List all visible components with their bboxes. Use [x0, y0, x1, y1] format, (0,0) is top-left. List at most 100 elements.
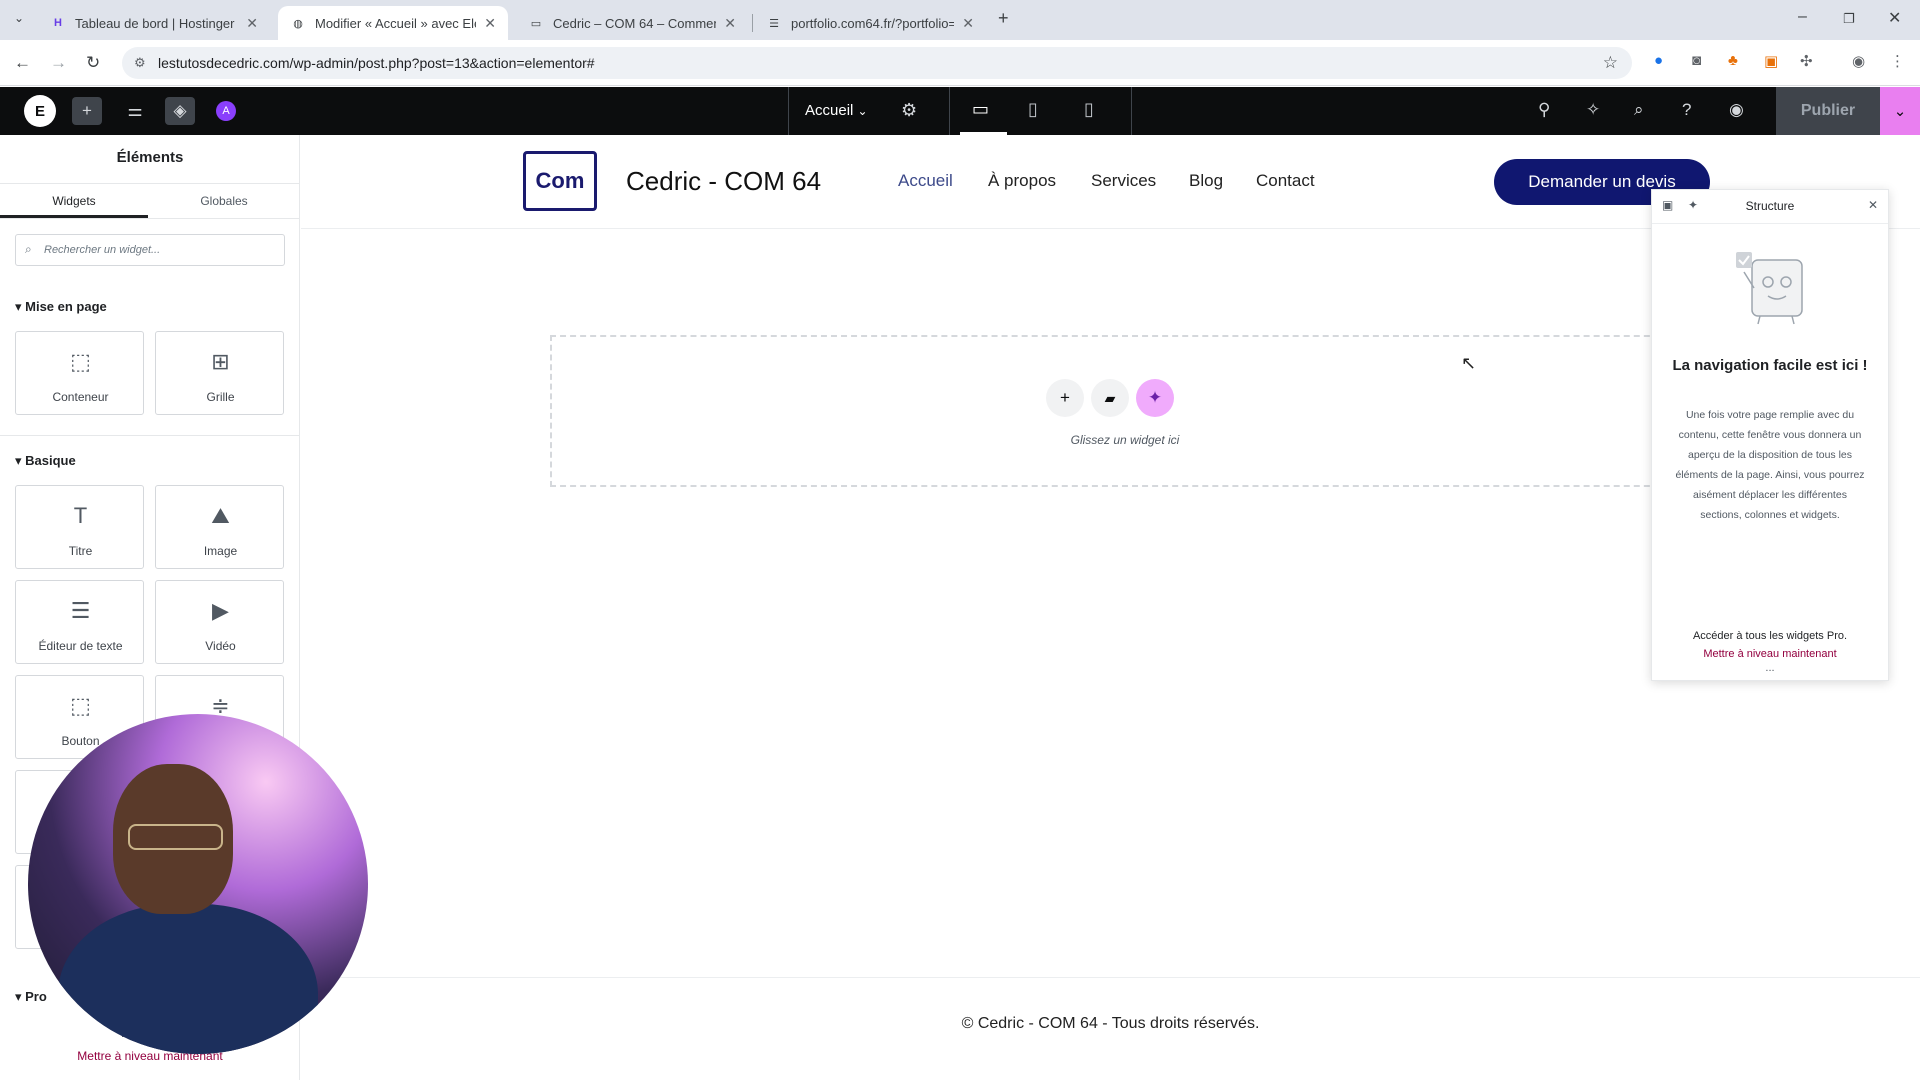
close-icon[interactable]: ✕ — [246, 15, 258, 32]
reload-icon[interactable]: ↻ — [86, 53, 100, 73]
empty-section-dropzone[interactable]: + ▰ ✦ Glissez un widget ici — [550, 335, 1700, 487]
template-library-folder-icon[interactable]: ▰ — [1091, 379, 1129, 417]
connect-link-icon[interactable]: ⚲ — [1538, 100, 1550, 120]
grid-icon: ⊞ — [211, 349, 230, 374]
container-icon: ⬚ — [70, 349, 91, 374]
profile-icon[interactable]: ◉ — [1852, 52, 1865, 70]
url-text: lestutosdecedric.com/wp-admin/post.php?p… — [158, 55, 595, 71]
page-selector[interactable]: Accueil ⌄ — [805, 102, 868, 119]
structure-title: Structure — [1745, 199, 1795, 213]
tab-divider — [752, 14, 753, 32]
mouse-cursor-icon: ↖ — [1461, 353, 1477, 373]
hostinger-icon: H — [54, 17, 62, 29]
text-editor-icon: ☰ — [70, 598, 91, 623]
tab-widgets[interactable]: Widgets — [0, 184, 148, 218]
browser-tab-strip: ⌄ H Tableau de bord | Hostinger ✕ ◍ Modi… — [0, 0, 1920, 40]
ai-sparkle-icon[interactable]: ✦ — [1136, 379, 1174, 417]
footer-divider — [301, 977, 1920, 978]
widget-image[interactable]: ⛰ Image — [155, 485, 284, 569]
nav-blog[interactable]: Blog — [1189, 171, 1223, 191]
tab-globals[interactable]: Globales — [150, 184, 298, 218]
elementor-top-bar: E + ⚌ ◈ A Accueil ⌄ ⚙ ▭ ▯ ▯ ⚲ ✧ ⌕ ? ◉ Pu… — [0, 87, 1920, 135]
nav-home[interactable]: Accueil — [898, 171, 953, 191]
category-basic[interactable]: ▾ Basique — [15, 453, 76, 469]
heading-t-icon: T — [73, 503, 88, 528]
widget-text-editor[interactable]: ☰ Éditeur de texte — [15, 580, 144, 664]
structure-layers-icon[interactable]: ◈ — [165, 97, 195, 125]
add-section-plus-icon[interactable]: + — [1046, 379, 1084, 417]
preview-eye-icon[interactable]: ◉ — [1729, 100, 1744, 120]
video-play-icon: ▶ — [212, 598, 229, 623]
close-window-icon[interactable]: ✕ — [1888, 8, 1901, 28]
nav-about[interactable]: À propos — [988, 171, 1056, 191]
search-icon: ⌕ — [25, 242, 32, 256]
close-icon[interactable]: ✕ — [724, 15, 736, 32]
search-icon[interactable]: ⌕ — [1634, 100, 1644, 120]
forward-icon[interactable]: → — [50, 53, 67, 73]
globe-icon: ◍ — [293, 17, 303, 30]
browser-tab-portfolio[interactable]: ☰ portfolio.com64.fr/?portfolio=n ✕ — [754, 6, 986, 40]
site-logo[interactable]: Com — [523, 151, 597, 211]
mobile-icon[interactable]: ▯ — [1084, 99, 1094, 120]
divider — [0, 435, 300, 436]
address-bar[interactable]: ⚙ lestutosdecedric.com/wp-admin/post.php… — [122, 47, 1632, 79]
tab-search-icon[interactable]: ⌄ — [14, 11, 24, 25]
back-icon[interactable]: ← — [14, 53, 31, 73]
help-icon[interactable]: ? — [1682, 100, 1691, 120]
desktop-icon[interactable]: ▭ — [972, 99, 989, 120]
site-info-icon[interactable]: ⚙ — [134, 55, 146, 71]
nav-contact[interactable]: Contact — [1256, 171, 1315, 191]
close-icon[interactable]: ✕ — [1868, 198, 1878, 212]
widget-grid[interactable]: ⊞ Grille — [155, 331, 284, 415]
browser-tab-elementor[interactable]: ◍ Modifier « Accueil » avec Eleme ✕ — [278, 6, 508, 40]
structure-upgrade-link[interactable]: Mettre à niveau maintenant — [1652, 648, 1888, 660]
page-icon: ☰ — [769, 17, 779, 30]
whats-new-icon[interactable]: ✧ — [1586, 100, 1600, 120]
presenter-body — [58, 904, 318, 1054]
publish-button[interactable]: Publier — [1776, 87, 1880, 135]
presenter-glasses — [128, 824, 223, 850]
category-pro[interactable]: ▾ Pro — [15, 989, 47, 1005]
close-icon[interactable]: ✕ — [962, 15, 974, 32]
dropzone-hint: Glissez un widget ici — [1070, 433, 1180, 447]
elementor-logo-icon[interactable]: E — [24, 95, 56, 127]
panel-title: Éléments — [116, 149, 184, 166]
chevron-down-icon: ⌄ — [857, 104, 868, 118]
browser-tab-cedric[interactable]: ▭ Cedric – COM 64 – Comment c ✕ — [516, 6, 748, 40]
widget-video[interactable]: ▶ Vidéo — [155, 580, 284, 664]
minimize-icon[interactable]: – — [1798, 8, 1807, 26]
add-element-button[interactable]: + — [72, 97, 102, 125]
page-and-device-controls: Accueil ⌄ ⚙ ▭ ▯ ▯ — [788, 87, 1132, 135]
device-switcher: ▭ ▯ ▯ — [949, 87, 1133, 135]
page-icon: ▭ — [530, 17, 542, 30]
nav-services[interactable]: Services — [1091, 171, 1156, 191]
structure-description: Une fois votre page remplie avec du cont… — [1675, 409, 1865, 521]
widget-search-input[interactable]: ⌕ Rechercher un widget... — [15, 234, 285, 266]
extension-icon[interactable]: ● — [1654, 52, 1663, 69]
navigator-illustration-icon — [1736, 252, 1803, 325]
image-icon: ⛰ — [211, 503, 230, 528]
resize-handle[interactable]: ... — [1652, 662, 1888, 674]
bookmark-star-icon[interactable]: ☆ — [1603, 53, 1618, 73]
site-settings-icon[interactable]: ⚌ — [120, 97, 150, 125]
category-layout[interactable]: ▾ Mise en page — [15, 299, 107, 315]
site-title: Cedric - COM 64 — [626, 166, 822, 196]
new-tab-icon[interactable]: + — [998, 8, 1009, 29]
publish-options-chevron-icon[interactable]: ⌄ — [1880, 87, 1920, 135]
extension-icon[interactable]: ▣ — [1764, 52, 1778, 70]
close-icon[interactable]: ✕ — [484, 15, 496, 32]
widget-container[interactable]: ⬚ Conteneur — [15, 331, 144, 415]
tablet-icon[interactable]: ▯ — [1028, 99, 1038, 120]
widget-heading[interactable]: T Titre — [15, 485, 144, 569]
panel-tabs: Widgets Globales — [0, 183, 300, 219]
site-footer-copyright: © Cedric - COM 64 - Tous droits réservés… — [961, 1015, 1260, 1032]
ai-assistant-icon[interactable]: A — [216, 101, 236, 121]
page-settings-gear-icon[interactable]: ⚙ — [901, 100, 917, 121]
camera-icon[interactable]: ◙ — [1692, 52, 1701, 69]
extension-icon[interactable]: ♣ — [1728, 52, 1738, 69]
kebab-menu-icon[interactable]: ⋮ — [1890, 52, 1905, 70]
restore-icon[interactable]: ❐ — [1843, 11, 1855, 27]
puzzle-icon[interactable]: ✣ — [1800, 52, 1813, 70]
browser-tab-hostinger[interactable]: H Tableau de bord | Hostinger ✕ — [38, 6, 270, 40]
webcam-overlay — [28, 714, 368, 1054]
